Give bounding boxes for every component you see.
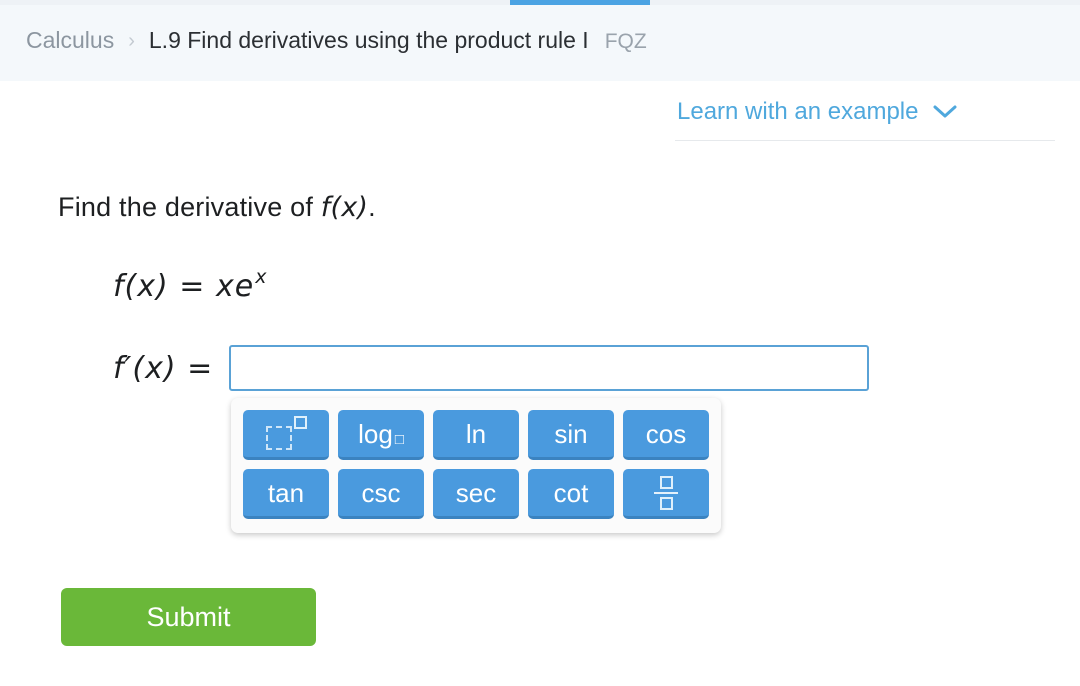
answer-label-operator: = [187, 350, 214, 386]
page-header: Calculus › L.9 Find derivatives using th… [0, 5, 1080, 81]
equation-operator: = [179, 269, 206, 304]
key-sin[interactable]: sin [528, 410, 614, 460]
key-sec[interactable]: sec [433, 469, 519, 519]
answer-row: f′(x) = [113, 345, 870, 391]
exponent-superscript-box [293, 415, 307, 429]
skill-code: FQZ [604, 30, 647, 53]
answer-input[interactable] [229, 345, 870, 391]
key-fraction[interactable] [623, 469, 709, 519]
key-sin-label: sin [554, 418, 588, 449]
key-cot-label: cot [553, 477, 589, 508]
key-cos[interactable]: cos [623, 410, 709, 460]
answer-label: f′(x) = [113, 351, 213, 386]
breadcrumb: Calculus › L.9 Find derivatives using th… [26, 27, 647, 54]
key-ln-label: ln [465, 418, 487, 449]
key-log-label: log [358, 418, 393, 449]
given-equation: f(x) = xex [113, 266, 268, 304]
submit-button[interactable]: Submit [61, 588, 316, 646]
chevron-down-icon [932, 104, 958, 120]
breadcrumb-separator-icon: › [128, 30, 135, 52]
question-prompt-text-before: Find the derivative of [58, 192, 321, 222]
keypad-row-1: log □ ln sin cos [231, 410, 721, 460]
breadcrumb-subject[interactable]: Calculus [26, 27, 114, 54]
key-ln[interactable]: ln [433, 410, 519, 460]
fraction-icon [654, 475, 678, 510]
answer-label-function: f′(x) [113, 350, 177, 386]
equation-lhs: f(x) [113, 269, 169, 304]
key-csc[interactable]: csc [338, 469, 424, 519]
key-sec-label: sec [455, 477, 497, 508]
key-exponent[interactable] [243, 410, 329, 460]
page-title: L.9 Find derivatives using the product r… [148, 27, 589, 53]
equation-rhs-exponent: x [255, 266, 268, 288]
key-tan-label: tan [267, 477, 305, 508]
key-log[interactable]: log □ [338, 410, 424, 460]
learn-with-example-button[interactable]: Learn with an example [675, 98, 1055, 140]
key-cos-label: cos [645, 418, 687, 449]
fraction-denominator-box [659, 496, 673, 510]
section-divider [675, 140, 1055, 141]
question-prompt: Find the derivative of f(x). [58, 192, 376, 223]
key-cot[interactable]: cot [528, 469, 614, 519]
keypad-row-2: tan csc sec cot [231, 469, 721, 519]
question-prompt-math: f(x) [320, 192, 369, 223]
fraction-numerator-box [659, 475, 673, 489]
fraction-bar [654, 491, 678, 494]
exponent-icon [265, 415, 307, 450]
question-prompt-text-after: . [368, 192, 376, 222]
equation-rhs-base: xe [215, 269, 255, 304]
learn-with-example-label: Learn with an example [677, 98, 919, 125]
exponent-base-box [265, 425, 292, 450]
log-subscript-box-icon: □ [394, 431, 404, 448]
key-csc-label: csc [361, 477, 401, 508]
learn-with-example-section: Learn with an example [675, 98, 1055, 141]
key-tan[interactable]: tan [243, 469, 329, 519]
math-keypad: log □ ln sin cos tan csc sec cot [231, 398, 721, 533]
